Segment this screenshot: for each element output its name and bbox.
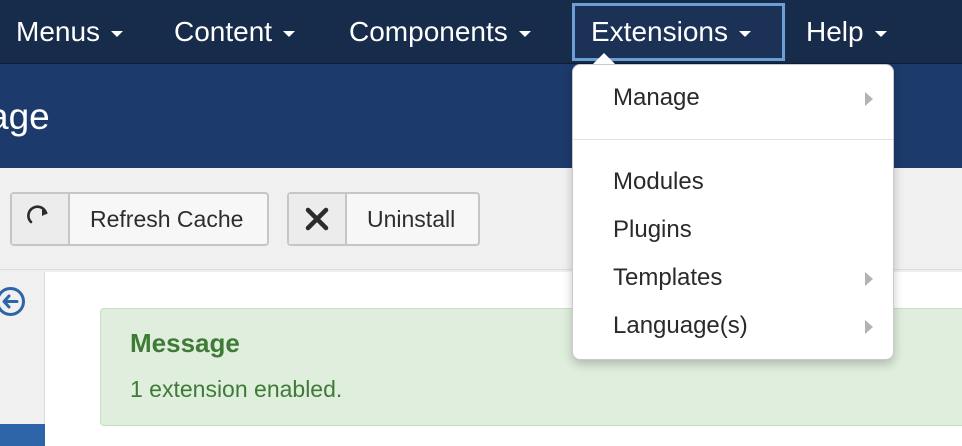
menu-item-plugins[interactable]: Plugins [613, 210, 883, 250]
caret-down-icon [738, 30, 751, 37]
menu-item-plugins-label: Plugins [613, 216, 692, 243]
nav-content-label: Content [174, 16, 273, 47]
menu-item-modules-label: Modules [613, 168, 704, 195]
refresh-icon [12, 194, 70, 244]
nav-extensions-label: Extensions [591, 16, 728, 47]
alert-message: 1 extension enabled. [130, 376, 343, 402]
nav-menus[interactable]: Menus [16, 3, 124, 61]
arrow-circle-left-icon[interactable] [0, 286, 26, 317]
caret-down-icon [111, 30, 124, 37]
menu-item-languages-label: Language(s) [613, 312, 748, 339]
alert-heading: Message [130, 328, 240, 358]
menu-item-languages[interactable]: Language(s) [613, 306, 883, 346]
sidebar-active-bar [0, 424, 45, 446]
menu-item-manage[interactable]: Manage [613, 78, 883, 118]
submenu-arrow-icon [865, 92, 873, 106]
nav-components[interactable]: Components [349, 3, 531, 61]
caret-down-icon [283, 30, 296, 37]
menu-item-templates[interactable]: Templates [613, 258, 883, 298]
dropdown-divider [573, 139, 893, 140]
nav-content[interactable]: Content [174, 3, 296, 61]
submenu-arrow-icon [865, 320, 873, 334]
uninstall-button[interactable]: Uninstall [287, 192, 480, 246]
submenu-arrow-icon [865, 272, 873, 286]
dropdown-pointer [593, 53, 615, 64]
uninstall-label: Uninstall [367, 205, 456, 232]
nav-menus-label: Menus [16, 16, 101, 47]
close-icon [289, 194, 347, 244]
menu-item-modules[interactable]: Modules [613, 162, 883, 202]
refresh-cache-label: Refresh Cache [90, 205, 244, 232]
menu-item-manage-label: Manage [613, 84, 700, 111]
caret-down-icon [518, 30, 531, 37]
refresh-cache-button[interactable]: Refresh Cache [10, 192, 269, 246]
menu-item-templates-label: Templates [613, 264, 723, 291]
caret-down-icon [874, 30, 887, 37]
page-title: age [0, 96, 50, 137]
nav-help[interactable]: Help [806, 3, 887, 61]
nav-help-label: Help [806, 16, 864, 47]
nav-components-label: Components [349, 16, 508, 47]
